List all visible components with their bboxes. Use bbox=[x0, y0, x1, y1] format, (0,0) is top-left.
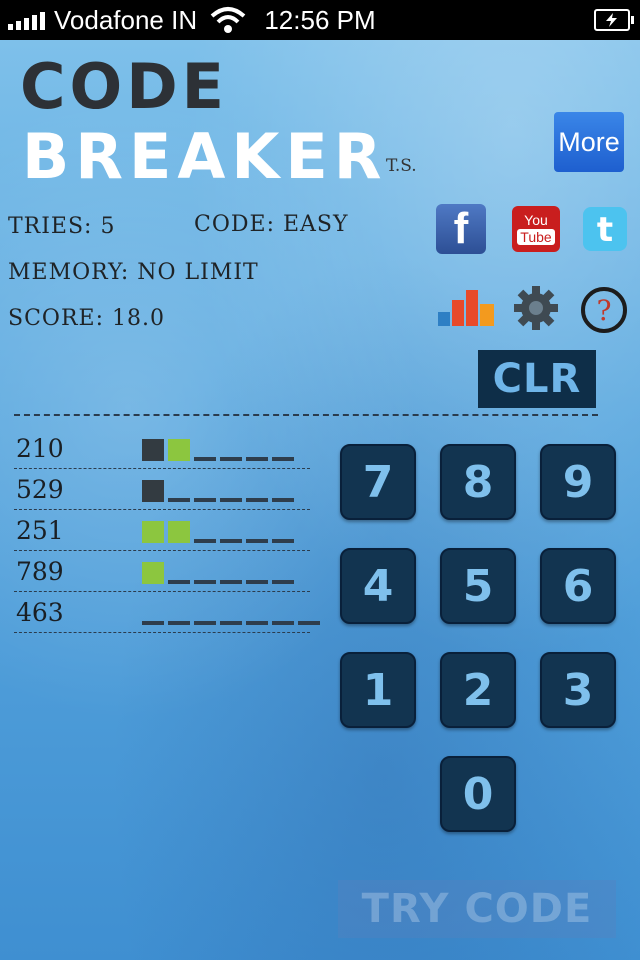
empty-peg-slot bbox=[272, 498, 294, 502]
title-code: CODE bbox=[20, 50, 229, 123]
svg-text:t: t bbox=[597, 210, 613, 250]
empty-peg-slot bbox=[246, 498, 268, 502]
history-feedback bbox=[142, 480, 294, 502]
black-peg bbox=[142, 480, 164, 502]
try-code-button[interactable]: TRY CODE bbox=[338, 880, 616, 938]
facebook-glyph: f bbox=[453, 204, 469, 253]
battery-icon bbox=[594, 9, 634, 31]
empty-peg-slot bbox=[220, 621, 242, 625]
key-0[interactable]: 0 bbox=[440, 756, 516, 832]
history-row: 463 bbox=[14, 594, 320, 633]
empty-peg-slot bbox=[142, 621, 164, 625]
empty-peg-slot bbox=[246, 539, 268, 543]
key-2[interactable]: 2 bbox=[440, 652, 516, 728]
guess-history: 210 529 251 789 463 bbox=[14, 430, 320, 635]
youtube-top-text: You bbox=[524, 212, 548, 228]
key-5[interactable]: 5 bbox=[440, 548, 516, 624]
key-1[interactable]: 1 bbox=[340, 652, 416, 728]
black-peg bbox=[142, 439, 164, 461]
empty-peg-slot bbox=[246, 621, 268, 625]
empty-peg-slot bbox=[220, 498, 242, 502]
green-peg bbox=[142, 521, 164, 543]
empty-peg-slot bbox=[272, 457, 294, 461]
key-8[interactable]: 8 bbox=[440, 444, 516, 520]
help-icon[interactable]: ? bbox=[580, 286, 628, 338]
empty-peg-slot bbox=[168, 580, 190, 584]
status-bar: Vodafone IN 12:56 PM bbox=[0, 0, 640, 40]
memory-label: MEMORY: NO LIMIT bbox=[8, 260, 259, 285]
history-row: 251 bbox=[14, 512, 310, 551]
youtube-icon[interactable]: You Tube bbox=[512, 206, 560, 252]
history-feedback bbox=[142, 562, 294, 584]
history-row: 789 bbox=[14, 553, 310, 592]
settings-gear-icon[interactable] bbox=[512, 284, 560, 336]
history-feedback bbox=[142, 439, 294, 461]
leaderboard-icon[interactable] bbox=[436, 286, 498, 332]
history-guess: 529 bbox=[16, 475, 64, 504]
key-9[interactable]: 9 bbox=[540, 444, 616, 520]
empty-peg-slot bbox=[194, 498, 216, 502]
more-button[interactable]: More bbox=[554, 112, 624, 172]
key-3[interactable]: 3 bbox=[540, 652, 616, 728]
status-time: 12:56 PM bbox=[264, 5, 376, 35]
empty-peg-slot bbox=[272, 539, 294, 543]
history-guess: 463 bbox=[16, 598, 64, 627]
svg-text:?: ? bbox=[596, 294, 611, 327]
history-guess: 251 bbox=[16, 516, 64, 545]
history-feedback bbox=[142, 603, 320, 625]
empty-peg-slot bbox=[220, 539, 242, 543]
green-peg bbox=[142, 562, 164, 584]
empty-peg-slot bbox=[272, 580, 294, 584]
empty-peg-slot bbox=[220, 580, 242, 584]
title-breaker: BREAKER bbox=[22, 120, 388, 193]
divider bbox=[14, 414, 598, 416]
empty-peg-slot bbox=[194, 539, 216, 543]
empty-peg-slot bbox=[246, 580, 268, 584]
youtube-bottom-text: Tube bbox=[517, 229, 555, 245]
empty-peg-slot bbox=[272, 621, 294, 625]
facebook-icon[interactable]: f bbox=[436, 204, 486, 254]
empty-peg-slot bbox=[194, 621, 216, 625]
empty-peg-slot bbox=[246, 457, 268, 461]
code-difficulty-label: CODE: EASY bbox=[194, 212, 349, 237]
key-4[interactable]: 4 bbox=[340, 548, 416, 624]
empty-peg-slot bbox=[168, 621, 190, 625]
key-6[interactable]: 6 bbox=[540, 548, 616, 624]
title-suffix: T.S. bbox=[386, 156, 417, 176]
clear-button[interactable]: CLR bbox=[478, 350, 596, 408]
tries-label: TRIES: 5 bbox=[8, 214, 116, 239]
green-peg bbox=[168, 439, 190, 461]
empty-peg-slot bbox=[168, 498, 190, 502]
key-7[interactable]: 7 bbox=[340, 444, 416, 520]
history-row: 210 bbox=[14, 430, 310, 469]
empty-peg-slot bbox=[194, 580, 216, 584]
empty-peg-slot bbox=[220, 457, 242, 461]
history-guess: 789 bbox=[16, 557, 64, 586]
history-feedback bbox=[142, 521, 294, 543]
green-peg bbox=[168, 521, 190, 543]
score-label: SCORE: 18.0 bbox=[8, 306, 165, 331]
empty-peg-slot bbox=[194, 457, 216, 461]
twitter-icon[interactable]: t bbox=[580, 204, 630, 254]
empty-peg-slot bbox=[298, 621, 320, 625]
history-row: 529 bbox=[14, 471, 310, 510]
history-guess: 210 bbox=[16, 434, 64, 463]
